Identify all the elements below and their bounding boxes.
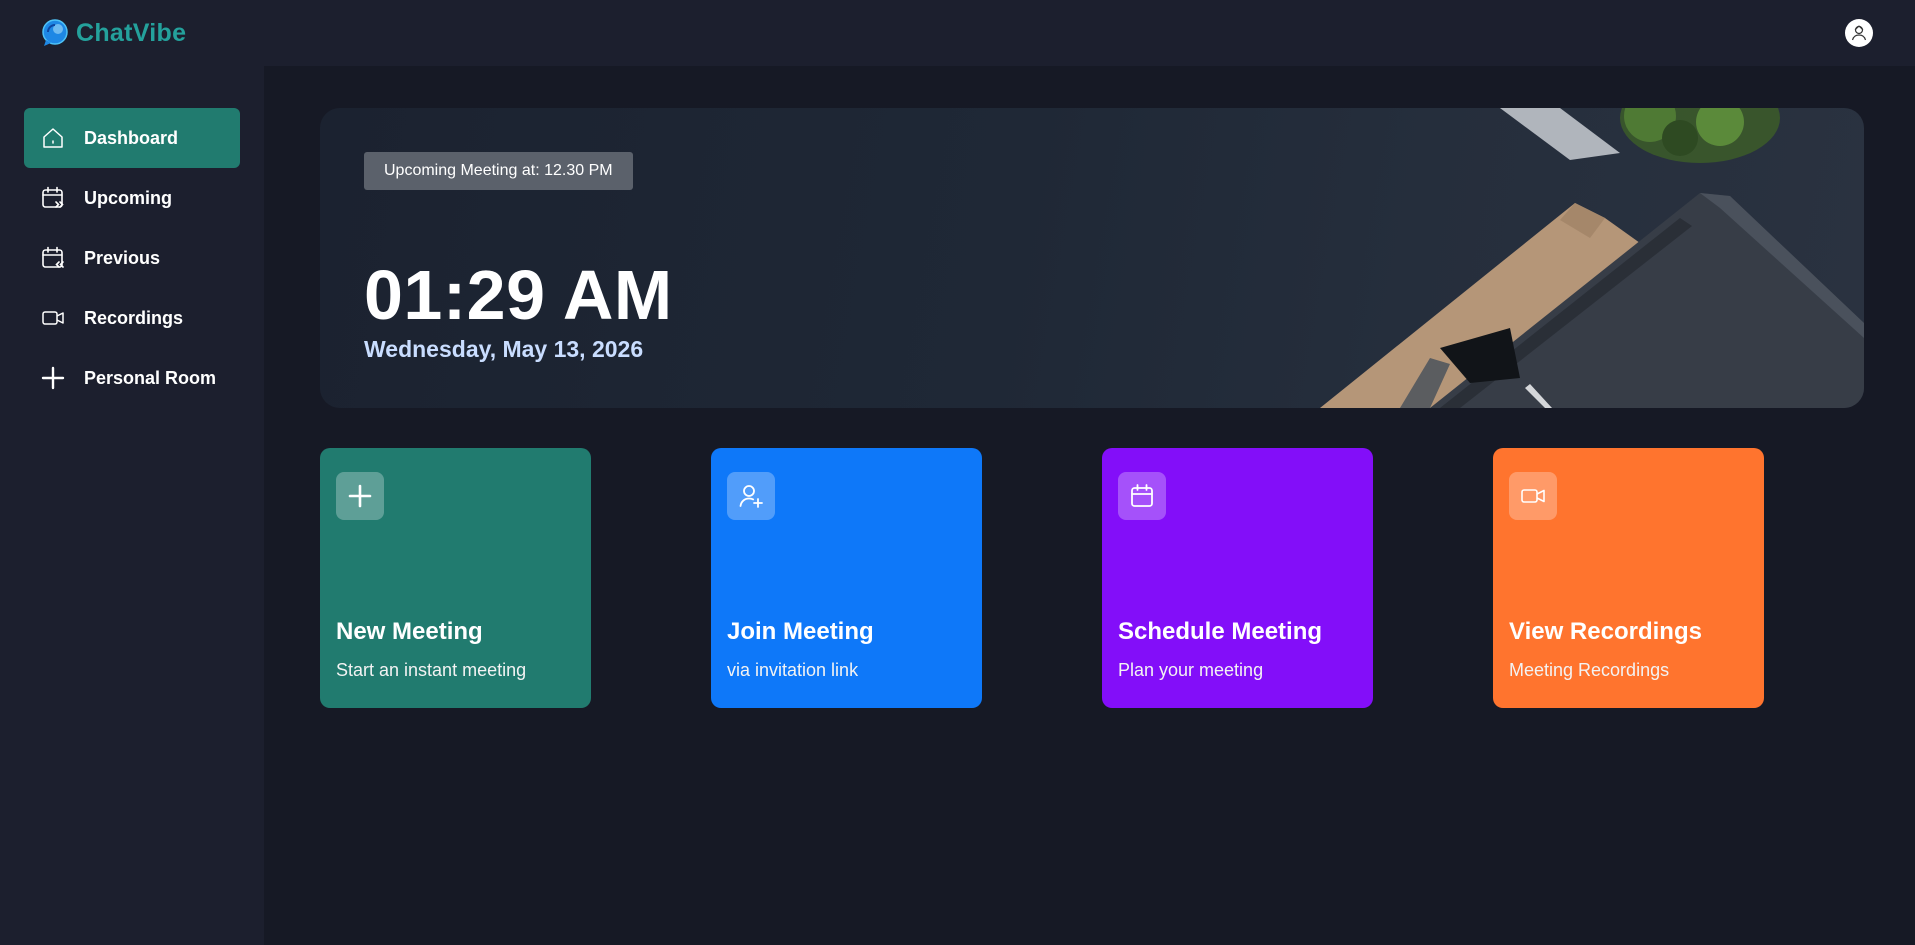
sidebar-item-label: Previous [84,247,161,268]
top-bar: ChatVibe [0,0,1915,66]
avatar-glyph-icon [1851,25,1867,41]
current-time: 01:29 AM [364,256,673,334]
main-content: Upcoming Meeting at: 12.30 PM 01:29 AM W… [264,66,1915,945]
home-icon [43,128,63,148]
sidebar-item-recordings[interactable]: Recordings [24,288,240,348]
video-icon [42,311,64,325]
new-meeting-card[interactable]: New Meeting Start an instant meeting [320,448,591,708]
card-subtitle: Start an instant meeting [336,660,527,680]
sidebar-item-previous[interactable]: Previous [24,228,240,288]
sidebar-item-personal-room[interactable]: Personal Room [24,348,240,408]
hero-banner: Upcoming Meeting at: 12.30 PM 01:29 AM W… [320,108,1864,408]
card-title: New Meeting [336,618,483,645]
sidebar-item-label: Personal Room [84,367,217,388]
card-title: Join Meeting [727,618,874,645]
plus-icon [41,366,65,390]
sidebar-item-upcoming[interactable]: Upcoming [24,168,240,228]
sidebar-item-label: Recordings [84,307,184,328]
view-recordings-card[interactable]: View Recordings Meeting Recordings [1493,448,1764,708]
sidebar-item-label: Upcoming [84,187,172,208]
sidebar-item-dashboard[interactable]: Dashboard [24,108,240,168]
card-title: View Recordings [1509,618,1702,645]
calendar-back-icon [42,246,64,268]
card-subtitle: via invitation link [727,660,859,680]
schedule-meeting-card[interactable]: Schedule Meeting Plan your meeting [1102,448,1373,708]
card-subtitle: Plan your meeting [1118,660,1264,680]
calendar-icon [1131,484,1153,507]
card-icon-box [336,472,384,520]
current-date: Wednesday, May 13, 2026 [364,336,644,362]
user-avatar-icon[interactable] [1845,19,1873,47]
calendar-forward-icon [42,186,64,208]
join-meeting-card[interactable]: Join Meeting via invitation link [711,448,982,708]
upcoming-meeting-badge: Upcoming Meeting at: 12.30 PM [364,152,633,190]
brand-name: ChatVibe [76,18,187,47]
brand[interactable]: ChatVibe [40,18,186,48]
sidebar: Dashboard Upcoming Previous Recordings P… [0,66,264,945]
card-subtitle: Meeting Recordings [1509,660,1670,680]
card-icon-box [1509,472,1557,520]
chatvibe-logo-icon [42,19,68,46]
user-add-icon [739,485,763,508]
video-icon [1521,489,1545,503]
card-title: Schedule Meeting [1118,618,1323,645]
sidebar-item-label: Dashboard [84,127,179,148]
card-icon-box [727,472,775,520]
card-icon-box [1118,472,1166,520]
plus-icon [348,484,372,508]
